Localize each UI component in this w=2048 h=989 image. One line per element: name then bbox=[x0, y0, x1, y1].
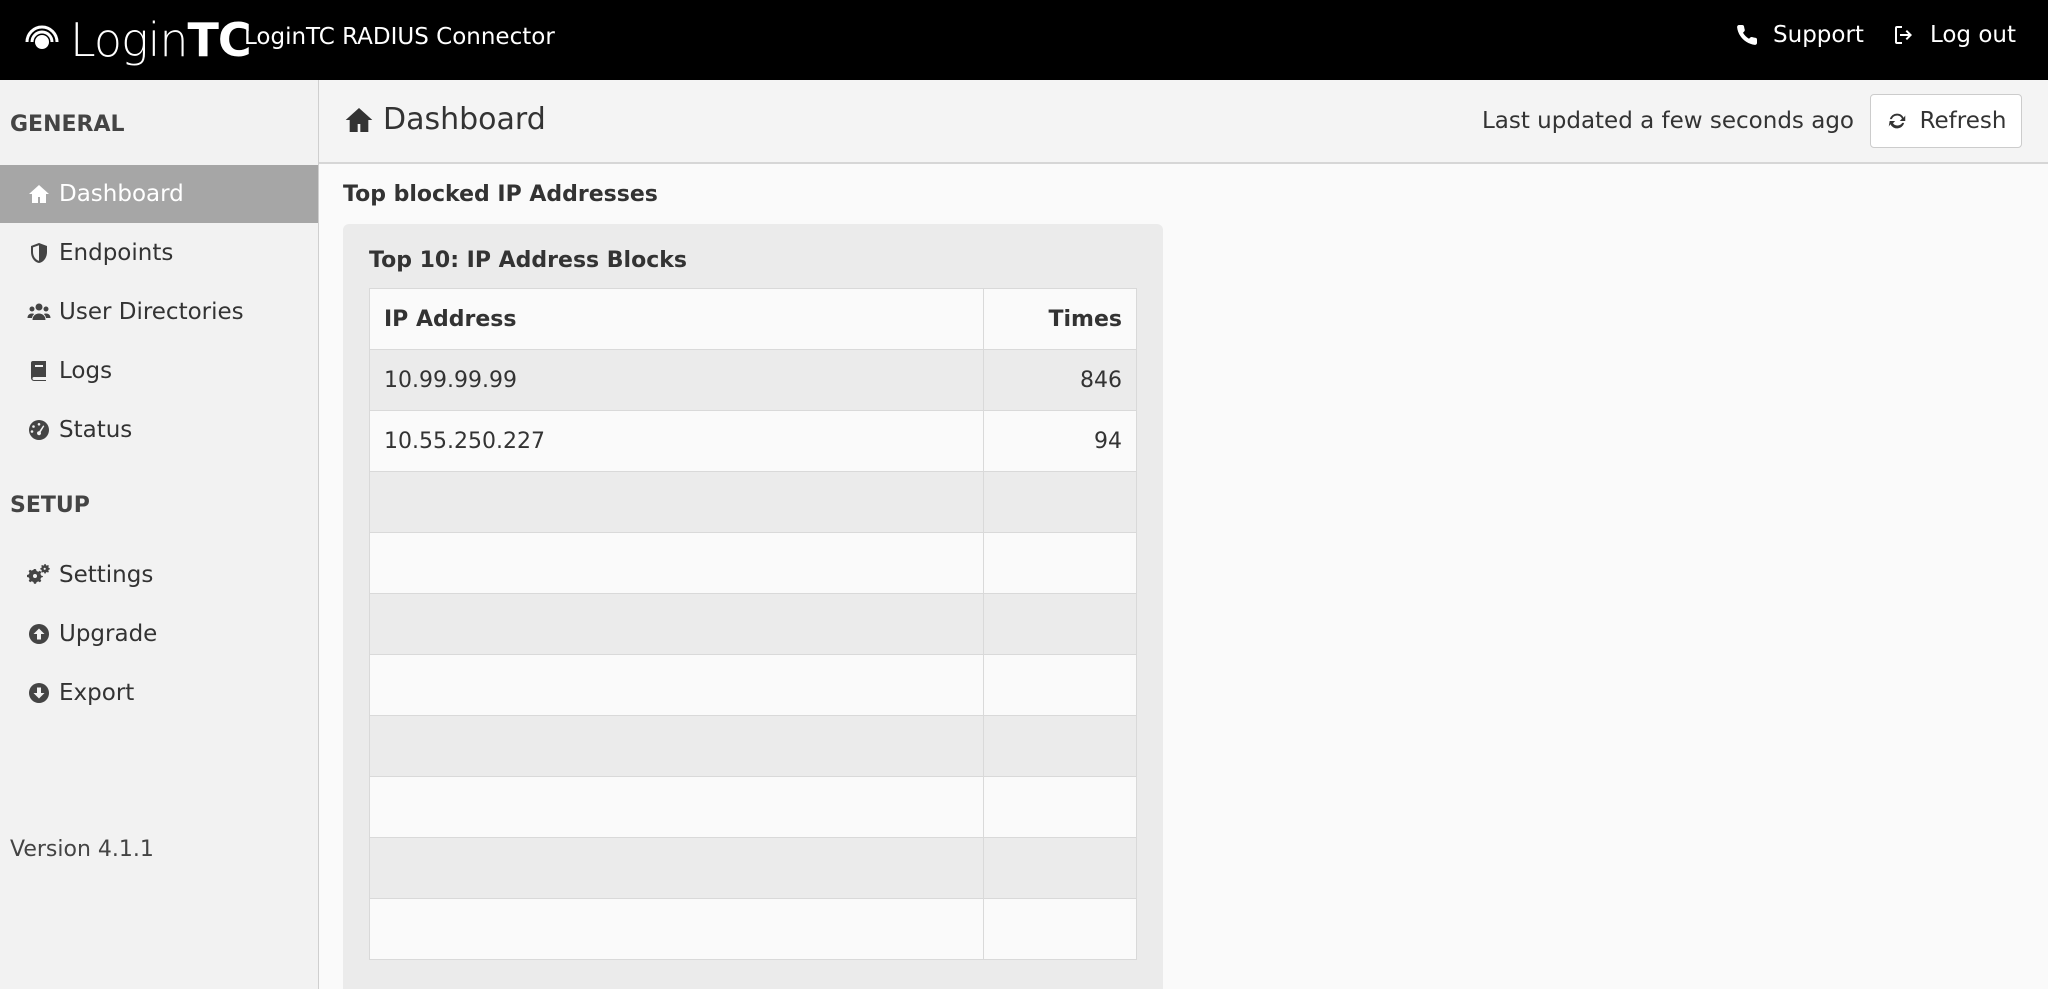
sidebar-item-upgrade[interactable]: Upgrade bbox=[0, 605, 318, 663]
last-updated-text: Last updated a few seconds ago bbox=[1481, 108, 1854, 134]
table-header-row: IP Address Times bbox=[369, 288, 1137, 350]
logout-label: Log out bbox=[1929, 22, 2016, 48]
times-cell bbox=[983, 532, 1137, 594]
sidebar-item-label: User Directories bbox=[59, 299, 244, 325]
ip-address-cell bbox=[369, 715, 984, 777]
shield-icon bbox=[25, 239, 53, 267]
sidebar-item-label: Endpoints bbox=[59, 240, 174, 266]
times-cell bbox=[983, 593, 1137, 655]
book-icon bbox=[25, 357, 53, 385]
brand-logo[interactable]: LoginTC bbox=[24, 12, 252, 68]
sign-out-icon bbox=[1894, 26, 1912, 44]
sidebar-item-status[interactable]: Status bbox=[0, 401, 318, 459]
sidebar-item-logs[interactable]: Logs bbox=[0, 342, 318, 400]
page-title-text: Dashboard bbox=[383, 102, 546, 137]
ip-blocks-table: IP Address Times 10.99.99.99 846 10.55.25… bbox=[369, 288, 1137, 960]
table-row bbox=[369, 898, 1137, 960]
arrow-up-circle-icon bbox=[25, 620, 53, 648]
home-icon bbox=[25, 180, 53, 208]
brand-light-text: Login bbox=[70, 13, 189, 67]
sidebar-item-user-directories[interactable]: User Directories bbox=[0, 283, 318, 341]
table-row bbox=[369, 776, 1137, 838]
ip-address-cell bbox=[369, 837, 984, 899]
sidebar: GENERAL Dashboard Endpoints User Directo… bbox=[0, 80, 319, 989]
ip-address-cell bbox=[369, 471, 984, 533]
refresh-label: Refresh bbox=[1919, 108, 2007, 134]
ip-address-cell bbox=[369, 776, 984, 838]
ip-address-cell bbox=[369, 654, 984, 716]
support-link[interactable]: Support bbox=[1735, 22, 1864, 48]
column-header-times: Times bbox=[983, 288, 1137, 350]
times-cell bbox=[983, 471, 1137, 533]
refresh-icon bbox=[1888, 113, 1905, 129]
support-label: Support bbox=[1773, 22, 1864, 48]
table-row: 10.55.250.227 94 bbox=[369, 410, 1137, 472]
logout-link[interactable]: Log out bbox=[1892, 22, 2016, 48]
top-links: Support Log out bbox=[1707, 22, 2016, 48]
table-row bbox=[369, 837, 1137, 899]
column-header-ip-address: IP Address bbox=[369, 288, 984, 350]
brand-bold-text: TC bbox=[187, 13, 252, 67]
logintc-logo-icon bbox=[25, 25, 59, 49]
sidebar-item-export[interactable]: Export bbox=[0, 664, 318, 722]
table-row bbox=[369, 471, 1137, 533]
users-icon bbox=[25, 298, 53, 326]
ip-address-cell: 10.55.250.227 bbox=[369, 410, 984, 472]
ip-address-cell bbox=[369, 532, 984, 594]
times-cell bbox=[983, 837, 1137, 899]
page-header: Dashboard Last updated a few seconds ago… bbox=[319, 80, 2048, 164]
sidebar-item-endpoints[interactable]: Endpoints bbox=[0, 224, 318, 282]
gears-icon bbox=[25, 561, 53, 589]
version-text: Version 4.1.1 bbox=[10, 837, 154, 862]
ip-address-cell bbox=[369, 593, 984, 655]
times-cell: 94 bbox=[983, 410, 1137, 472]
ip-blocks-panel: Top 10: IP Address Blocks IP Address Tim… bbox=[343, 224, 1163, 989]
app-title: LoginTC RADIUS Connector bbox=[244, 24, 555, 50]
sidebar-item-settings[interactable]: Settings bbox=[0, 546, 318, 604]
brand-wordmark: LoginTC bbox=[70, 17, 252, 63]
sidebar-heading-general: GENERAL bbox=[10, 112, 125, 137]
times-cell: 846 bbox=[983, 349, 1137, 411]
sidebar-heading-setup: SETUP bbox=[10, 493, 90, 518]
ip-address-cell: 10.99.99.99 bbox=[369, 349, 984, 411]
sidebar-item-dashboard[interactable]: Dashboard bbox=[0, 165, 318, 223]
sidebar-item-label: Logs bbox=[59, 358, 113, 384]
times-cell bbox=[983, 776, 1137, 838]
times-cell bbox=[983, 654, 1137, 716]
gauge-icon bbox=[25, 416, 53, 444]
phone-icon bbox=[1737, 24, 1758, 45]
table-row bbox=[369, 654, 1137, 716]
table-row bbox=[369, 532, 1137, 594]
sidebar-item-label: Status bbox=[59, 417, 133, 443]
times-cell bbox=[983, 898, 1137, 960]
table-row bbox=[369, 593, 1137, 655]
times-cell bbox=[983, 715, 1137, 777]
main-content: Top blocked IP Addresses Top 10: IP Addr… bbox=[319, 164, 2048, 989]
page-title: Dashboard bbox=[343, 102, 546, 137]
top-navbar: LoginTC LoginTC RADIUS Connector Support… bbox=[0, 0, 2048, 80]
home-icon bbox=[345, 107, 373, 132]
panel-title: Top 10: IP Address Blocks bbox=[369, 248, 687, 273]
section-title: Top blocked IP Addresses bbox=[343, 182, 658, 207]
sidebar-item-label: Upgrade bbox=[59, 621, 158, 647]
sidebar-item-label: Dashboard bbox=[59, 181, 184, 207]
sidebar-item-label: Settings bbox=[59, 562, 154, 588]
sidebar-item-label: Export bbox=[59, 680, 135, 706]
table-row bbox=[369, 715, 1137, 777]
refresh-button[interactable]: Refresh bbox=[1870, 94, 2022, 148]
table-row: 10.99.99.99 846 bbox=[369, 349, 1137, 411]
arrow-down-circle-icon bbox=[25, 679, 53, 707]
ip-address-cell bbox=[369, 898, 984, 960]
